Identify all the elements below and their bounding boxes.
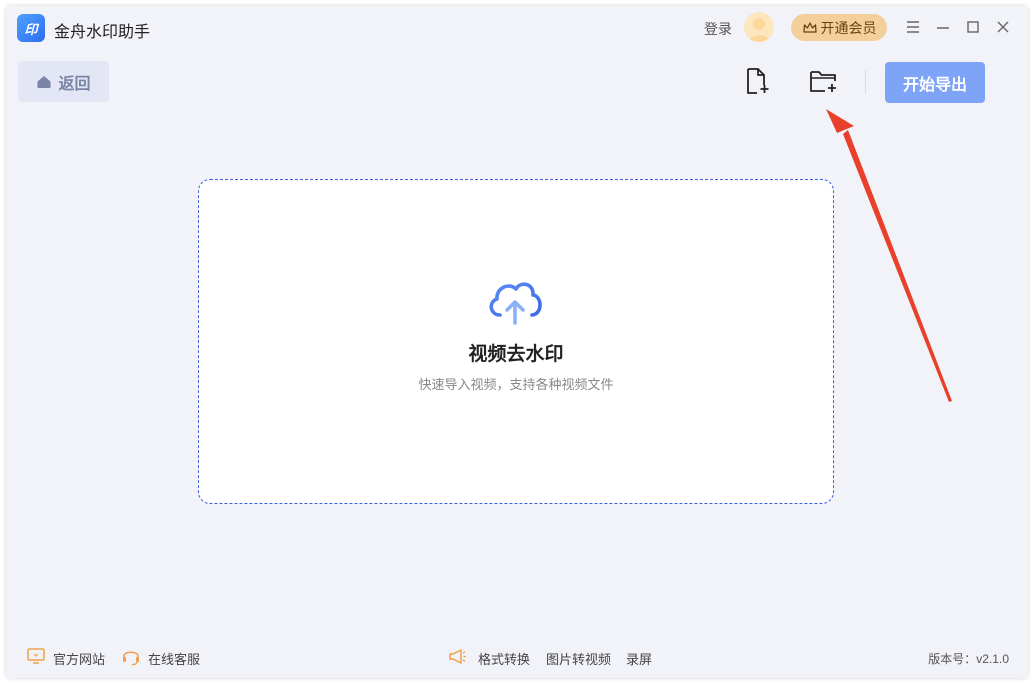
- vip-button[interactable]: 开通会员: [791, 14, 887, 41]
- website-icon: [27, 648, 45, 664]
- toolbar-divider: [865, 70, 866, 94]
- user-avatar-icon: [748, 18, 770, 42]
- app-window: 印 金舟水印助手 登录 开通会员 返回 开始导出 视频去水印 快速导入视频，支持…: [6, 6, 1028, 678]
- home-icon: [37, 75, 51, 88]
- headset-icon: [123, 651, 139, 666]
- drop-zone-subtitle: 快速导入视频，支持各种视频文件: [418, 377, 614, 392]
- crown-icon: [802, 21, 817, 33]
- maximize-icon[interactable]: [963, 17, 983, 37]
- format-convert-link[interactable]: 格式转换: [478, 649, 530, 668]
- cloud-upload-icon: [489, 282, 542, 325]
- avatar[interactable]: [744, 12, 774, 42]
- screen-record-link[interactable]: 录屏: [626, 649, 652, 668]
- export-button[interactable]: 开始导出: [885, 62, 985, 103]
- close-icon[interactable]: [993, 17, 1013, 37]
- app-logo-text: 印: [24, 21, 38, 37]
- app-logo: 印: [17, 14, 45, 42]
- online-service-link[interactable]: 在线客服: [148, 649, 200, 668]
- drop-zone-title: 视频去水印: [468, 344, 564, 365]
- add-folder-icon[interactable]: [808, 66, 838, 96]
- vip-button-label: 开通会员: [820, 19, 877, 36]
- official-site-link[interactable]: 官方网站: [53, 649, 105, 668]
- title-bar: 印 金舟水印助手 登录 开通会员: [6, 6, 1028, 50]
- back-button-label: 返回: [58, 75, 91, 93]
- video-drop-zone[interactable]: 视频去水印 快速导入视频，支持各种视频文件: [198, 179, 834, 504]
- back-button[interactable]: 返回: [18, 61, 109, 102]
- app-title: 金舟水印助手: [54, 24, 151, 41]
- login-link[interactable]: 登录: [704, 19, 732, 39]
- megaphone-icon: [449, 649, 466, 664]
- add-file-icon[interactable]: [741, 66, 771, 96]
- version-label: 版本号：v2.1.0: [928, 652, 1009, 666]
- minimize-icon[interactable]: [933, 17, 953, 37]
- menu-icon[interactable]: [903, 17, 923, 37]
- image-to-video-link[interactable]: 图片转视频: [546, 649, 611, 668]
